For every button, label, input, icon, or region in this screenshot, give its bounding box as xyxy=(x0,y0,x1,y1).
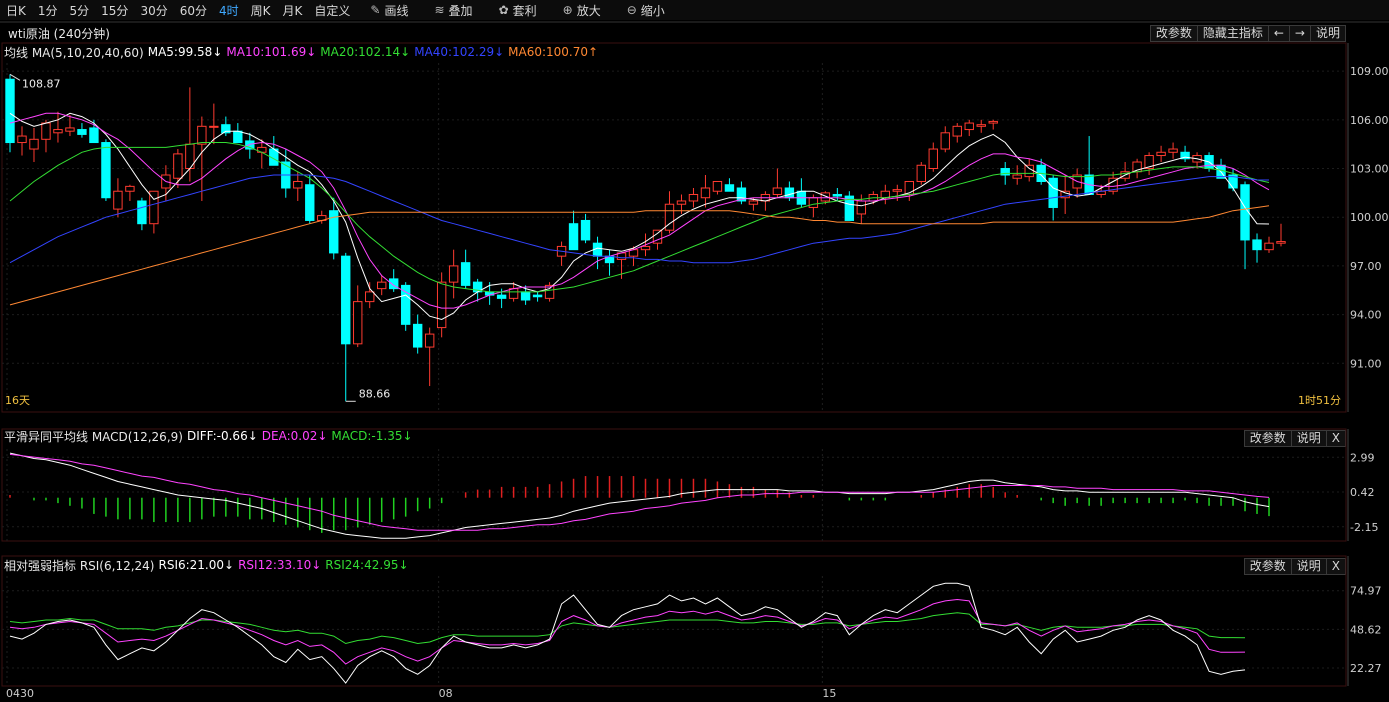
candle-body xyxy=(808,197,819,208)
candle-body xyxy=(724,184,735,192)
macd-tick-label: 2.99 xyxy=(1350,451,1375,464)
candle-body xyxy=(700,187,711,199)
candle-body xyxy=(640,245,651,251)
candle-body xyxy=(400,284,411,325)
low-label: 88.66 xyxy=(359,387,391,400)
countdown-label: 1时51分 xyxy=(1298,394,1341,407)
candle-body xyxy=(856,200,867,215)
candle-body xyxy=(976,124,986,127)
chart-canvas: 0430 08 15 109.00 106.00 103.00 100.00 97.00 94.… xyxy=(0,21,1389,700)
candle-body xyxy=(508,288,519,299)
x-tick-label: 08 xyxy=(439,687,453,700)
candle-body xyxy=(137,200,147,225)
candle-body xyxy=(29,138,39,150)
candle-body xyxy=(1276,241,1286,244)
rsi-tick-label: 48.62 xyxy=(1350,623,1382,636)
candle-body xyxy=(532,294,543,298)
candle-body xyxy=(520,291,531,301)
candle-body xyxy=(5,78,15,144)
candle-body xyxy=(1264,242,1274,251)
candle-body xyxy=(173,153,183,179)
candle-body xyxy=(113,190,123,210)
candle-body xyxy=(65,127,75,132)
candle-body xyxy=(952,125,962,137)
candle-body xyxy=(748,200,759,205)
price-tick-label: 94.00 xyxy=(1350,309,1382,322)
x-tick-label: 15 xyxy=(822,687,836,700)
candle-body xyxy=(832,193,843,197)
candle-body xyxy=(928,148,938,170)
candle-body xyxy=(41,122,51,140)
candle-body xyxy=(305,184,315,221)
candle-body xyxy=(568,223,579,251)
candle-body xyxy=(1168,148,1178,153)
high-label: 108.87 xyxy=(22,77,61,90)
candle-body xyxy=(53,129,63,134)
candle-body xyxy=(353,301,363,345)
candle-body xyxy=(77,129,87,135)
candle-body xyxy=(940,132,950,150)
candle-body xyxy=(688,193,699,202)
price-tick-label: 97.00 xyxy=(1350,260,1382,273)
ma-line-MA60 xyxy=(9,205,1270,306)
x-tick-label: 0430 xyxy=(6,687,34,700)
candle-body xyxy=(772,187,783,195)
price-tick-label: 100.00 xyxy=(1350,211,1389,224)
macd-tick-label: -2.15 xyxy=(1350,521,1378,534)
candle-body xyxy=(412,323,423,348)
candle-body xyxy=(712,180,723,192)
candle-body xyxy=(197,125,207,145)
candle-body xyxy=(916,164,926,182)
price-tick-label: 103.00 xyxy=(1350,163,1389,176)
candle-body xyxy=(89,127,99,144)
candle-body xyxy=(580,219,591,241)
candle-body xyxy=(1012,174,1022,179)
candle-body xyxy=(365,291,375,303)
candle-body xyxy=(880,190,891,199)
macd-tick-label: 0.42 xyxy=(1350,486,1375,499)
candle-body xyxy=(892,189,902,192)
candle-body xyxy=(125,185,135,192)
candle-body xyxy=(448,265,459,283)
candle-body xyxy=(436,281,447,329)
macd-pane-frame xyxy=(1,428,1347,542)
candle-body xyxy=(341,255,351,345)
rsi-tick-label: 74.97 xyxy=(1350,585,1382,598)
candle-body xyxy=(17,135,27,144)
candle-body xyxy=(676,200,687,205)
candle-body xyxy=(1156,151,1166,157)
candle-body xyxy=(988,120,998,124)
rsi-tick-label: 22.27 xyxy=(1350,662,1382,675)
range-label: 16天 xyxy=(5,394,30,407)
candle-body xyxy=(377,281,387,290)
candle-body xyxy=(424,333,435,348)
price-tick-label: 91.00 xyxy=(1350,357,1382,370)
candle-body xyxy=(233,130,243,144)
candle-body xyxy=(496,294,507,299)
candle-body xyxy=(209,125,219,128)
price-tick-label: 106.00 xyxy=(1350,114,1389,127)
candle-body xyxy=(964,122,974,131)
candle-body xyxy=(460,262,471,286)
candle-body xyxy=(784,187,795,199)
candle-body xyxy=(1048,177,1058,208)
candle-body xyxy=(293,180,303,189)
candle-body xyxy=(101,142,111,199)
diff-line xyxy=(9,452,1270,539)
candle-body xyxy=(1024,164,1034,178)
rsi12-line xyxy=(9,598,1246,665)
candle-body xyxy=(1252,239,1262,251)
price-tick-label: 109.00 xyxy=(1350,65,1389,78)
